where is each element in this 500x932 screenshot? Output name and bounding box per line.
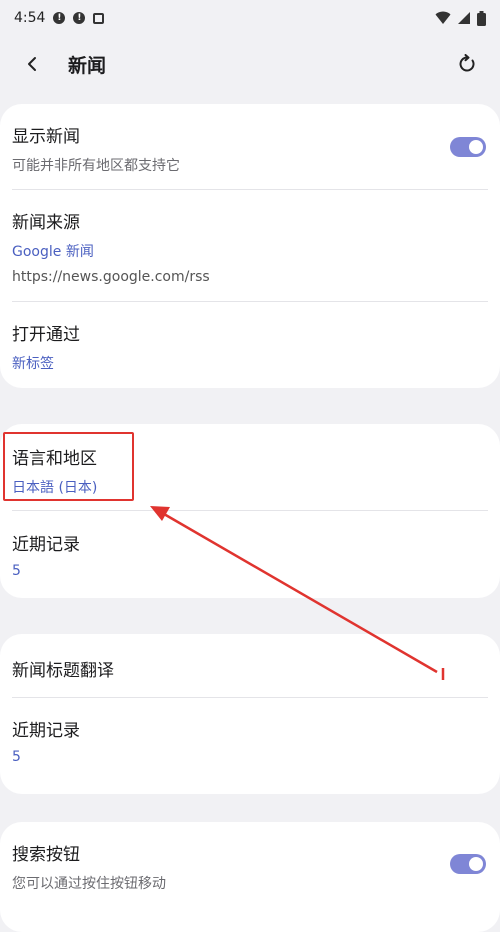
back-button[interactable] [18, 50, 46, 78]
divider [12, 301, 488, 302]
open-with-title: 打开通过 [12, 325, 80, 345]
show-news-subtitle: 可能并非所有地区都支持它 [12, 158, 180, 174]
open-with-row[interactable]: 打开通过 新标签 [0, 320, 500, 373]
recent-records-row[interactable]: 近期记录 5 [0, 530, 500, 579]
top-app-bar: 新闻 [0, 36, 500, 92]
headline-translation-row[interactable]: 新闻标题翻译 [0, 656, 500, 681]
news-source-url: https://news.google.com/rss [12, 269, 210, 285]
recent-records-title-2: 近期记录 [12, 721, 80, 741]
news-source-row[interactable]: 新闻来源 Google 新闻 https://news.google.com/r… [0, 208, 500, 285]
toggle-knob [469, 857, 483, 871]
recent-records-row-2[interactable]: 近期记录 5 [0, 716, 500, 765]
refresh-icon [459, 54, 475, 72]
show-news-toggle[interactable] [450, 137, 486, 157]
chevron-left-icon [28, 57, 36, 71]
headline-translation-title: 新闻标题翻译 [12, 661, 114, 681]
status-bar: 4:54 ! ! [0, 0, 500, 36]
signal-icon [458, 12, 470, 24]
divider [12, 697, 488, 698]
divider [12, 189, 488, 190]
news-source-value: Google 新闻 [12, 244, 94, 260]
recent-records-title: 近期记录 [12, 535, 80, 555]
battery-icon [477, 10, 486, 26]
recent-records-value-2: 5 [12, 749, 21, 765]
refresh-button[interactable] [452, 49, 482, 79]
news-source-title: 新闻来源 [12, 213, 80, 233]
search-button-toggle[interactable] [450, 854, 486, 874]
alert-circle-icon: ! [53, 12, 66, 24]
wifi-icon [435, 11, 451, 24]
annotation-highlight-box [3, 432, 134, 501]
search-button-row[interactable]: 搜索按钮 您可以通过按住按钮移动 [0, 840, 500, 893]
divider [12, 510, 488, 511]
search-button-title: 搜索按钮 [12, 845, 80, 865]
search-button-subtitle: 您可以通过按住按钮移动 [12, 876, 166, 892]
screenshot-icon [93, 12, 105, 24]
page-title: 新闻 [68, 54, 107, 77]
alert-circle-icon: ! [73, 12, 86, 24]
toggle-knob [469, 140, 483, 154]
status-time: 4:54 [14, 10, 46, 26]
open-with-value: 新标签 [12, 356, 54, 372]
recent-records-value: 5 [12, 563, 21, 579]
show-news-row[interactable]: 显示新闻 可能并非所有地区都支持它 [0, 122, 500, 175]
show-news-title: 显示新闻 [12, 127, 80, 147]
